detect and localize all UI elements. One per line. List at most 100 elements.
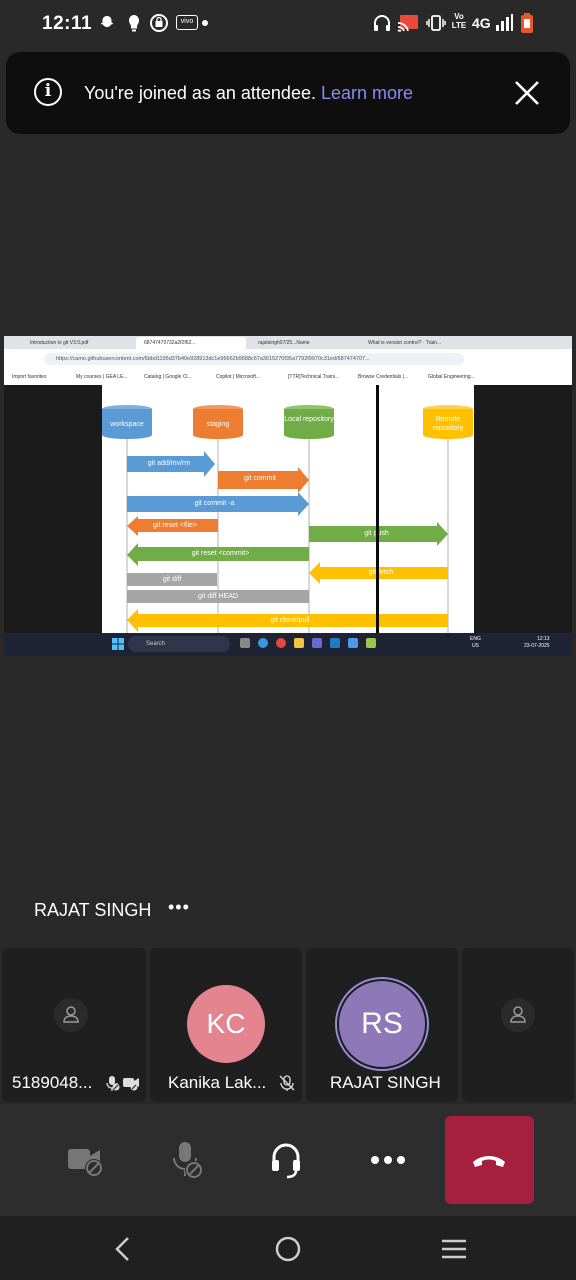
- recents-icon[interactable]: [440, 1238, 468, 1260]
- edge-icon: [258, 638, 268, 648]
- git-diagram-slide: workspace staging Local repository Remot…: [102, 385, 474, 633]
- mic-off-icon: [106, 1076, 120, 1091]
- command-label: git reset <file>: [153, 522, 197, 529]
- favorite-item: Global Engineering...: [428, 374, 475, 380]
- command-label: git reset <commit>: [191, 550, 250, 557]
- browser-address-bar: https://camo.githubusercontent.com/6bbd1…: [4, 349, 572, 369]
- cast-icon: [397, 15, 418, 32]
- snapchat-icon: [100, 16, 114, 28]
- taskbar-search: Search: [128, 636, 230, 652]
- bag-icon: [150, 14, 168, 32]
- favorite-item: [TTR]Technical Traini...: [288, 374, 340, 380]
- battery-icon: [521, 13, 533, 33]
- browser-tab: rajatsingh07/25...Name: [258, 340, 310, 346]
- status-bar: 12:11 vivo Vo LTE 4G: [0, 0, 576, 48]
- navigation-bar: [0, 1216, 576, 1280]
- avatar: KC: [187, 985, 265, 1063]
- hang-up-button[interactable]: [445, 1116, 534, 1204]
- clock: 12:11: [42, 13, 93, 34]
- browser-tab-strip: Introduction to git V3.0.pdf 68747470732…: [4, 336, 572, 349]
- participant-name: Kanika Lak...: [168, 1073, 267, 1092]
- presenter-name: RAJAT SINGH: [34, 900, 152, 920]
- language-bottom: US: [471, 643, 479, 649]
- learn-more-link[interactable]: Learn more: [321, 83, 413, 103]
- notification-icon: [129, 15, 139, 32]
- command-label: git clone/pull: [270, 617, 310, 624]
- command-label: git add/mv/rm: [147, 460, 191, 467]
- shared-screen: Introduction to git V3.0.pdf 68747470732…: [4, 336, 572, 656]
- participant-name: 5189048...: [12, 1073, 93, 1092]
- taskbar-clock: 12:13 23-07-2025: [524, 636, 550, 650]
- store-label: staging: [206, 421, 230, 428]
- more-icon: [371, 1156, 405, 1164]
- audio-button[interactable]: [258, 1132, 314, 1188]
- command-label: git commit -a: [194, 500, 235, 507]
- browser-tab: Introduction to git V3.0.pdf: [30, 340, 89, 346]
- volte-label: Vo LTE: [451, 12, 467, 30]
- headset-icon: [272, 1143, 300, 1179]
- favorite-item: My courses | GEA LE...: [76, 374, 128, 380]
- command-label: git fetch: [368, 569, 394, 576]
- url-box: https://camo.githubusercontent.com/6bbd1…: [44, 353, 464, 365]
- taskbar-date: 23-07-2025: [524, 643, 550, 649]
- teams-icon: [312, 638, 322, 648]
- slide-divider: [376, 385, 379, 633]
- slide-area: workspace staging Local repository Remot…: [4, 385, 572, 633]
- windows-start-icon: [112, 638, 124, 650]
- mic-off-icon: [173, 1142, 203, 1179]
- taskbar-apps: [240, 638, 390, 650]
- participant-tile[interactable]: KC Kanika Lak...: [150, 948, 302, 1102]
- participant-tile[interactable]: 5189048...: [2, 948, 146, 1102]
- browser-tab: What is version control? · Train...: [368, 340, 442, 346]
- avatar: RS: [339, 981, 425, 1067]
- command-label: git commit: [244, 475, 276, 482]
- back-icon[interactable]: [112, 1236, 132, 1262]
- store-label: Remote repository: [432, 416, 464, 432]
- hang-up-icon: [473, 1156, 505, 1167]
- call-controls: [0, 1104, 576, 1216]
- store-label: workspace: [110, 421, 144, 428]
- vscode-icon: [330, 638, 340, 648]
- home-icon[interactable]: [274, 1236, 302, 1262]
- favorite-item: Catalog | Google Cl...: [144, 374, 192, 380]
- favorite-item: Copilot | Microsoft...: [216, 374, 261, 380]
- info-icon: i: [34, 78, 62, 106]
- headphones-icon: [374, 15, 390, 31]
- more-button[interactable]: [360, 1132, 416, 1188]
- explorer-icon: [294, 638, 304, 648]
- banner-text: You're joined as an attendee. Learn more: [84, 83, 413, 104]
- video-off-icon: [68, 1149, 103, 1177]
- language-indicator: ENG US: [470, 636, 481, 650]
- mic-off-icon: [279, 1075, 295, 1091]
- browser-tab-active: 68747470732a2f2f62...: [136, 337, 246, 349]
- windows-taskbar: Search ENG US 12:13 23-07-2025: [4, 633, 572, 656]
- task-view-icon: [240, 638, 250, 648]
- signal-icon: [496, 14, 513, 31]
- command-label: git diff: [162, 576, 182, 583]
- mic-off-button[interactable]: [158, 1132, 214, 1188]
- person-icon: [501, 998, 535, 1032]
- participant-tile-speaking[interactable]: RS RAJAT SINGH: [306, 948, 458, 1102]
- banner-message: You're joined as an attendee.: [84, 83, 316, 103]
- app-icon: [348, 638, 358, 648]
- video-off-button[interactable]: [58, 1132, 114, 1188]
- person-icon: [54, 998, 88, 1032]
- command-label: git diff HEAD: [198, 593, 238, 600]
- close-icon[interactable]: [514, 80, 540, 106]
- video-off-icon: [123, 1078, 139, 1091]
- presenter-more-button[interactable]: •••: [168, 897, 190, 918]
- participant-tile[interactable]: [462, 948, 574, 1102]
- language-top: ENG: [470, 636, 481, 642]
- dot-icon: [202, 20, 208, 26]
- vivo-icon: vivo: [176, 15, 198, 30]
- favorite-item: Import favorites: [12, 374, 47, 380]
- favorite-item: Browse Credentials |...: [358, 374, 409, 380]
- favorites-bar: Import favorites My courses | GEA LE... …: [4, 369, 572, 386]
- chrome-icon: [276, 638, 286, 648]
- attendee-banner: i You're joined as an attendee. Learn mo…: [6, 52, 570, 134]
- taskbar-time: 12:13: [537, 636, 550, 642]
- store-label: Local repository: [284, 416, 334, 423]
- app-icon: [366, 638, 376, 648]
- vibrate-icon: [426, 15, 446, 31]
- network-type: 4G: [472, 15, 491, 31]
